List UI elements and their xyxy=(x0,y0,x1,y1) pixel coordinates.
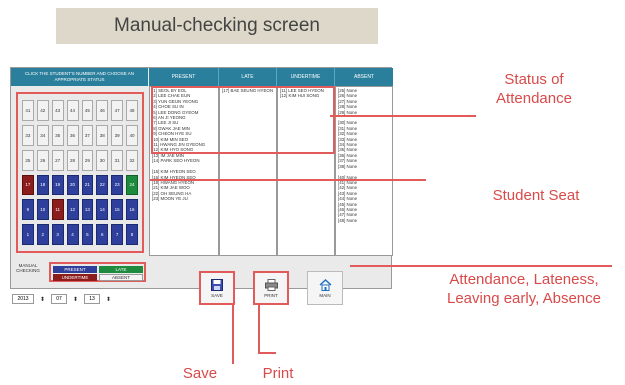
seat-button[interactable]: 20 xyxy=(66,174,79,196)
day-spinner-icon[interactable]: ⬍ xyxy=(104,294,113,304)
seat-button[interactable]: 27 xyxy=(51,149,64,171)
seat-button[interactable]: 21 xyxy=(81,174,94,196)
seat-button[interactable]: 18 xyxy=(36,174,49,196)
seat-button[interactable]: 44 xyxy=(66,100,79,121)
year-field[interactable]: 2013 xyxy=(12,294,34,304)
date-selector: 2013 ⬍ 07 ⬍ 13 ⬍ xyxy=(12,293,138,305)
seat-button[interactable]: 22 xyxy=(96,174,109,196)
seat-button[interactable]: 13 xyxy=(81,199,94,221)
floppy-disk-icon xyxy=(211,278,223,291)
seat-panel: CLICK THE STUDENT'S NUMBER AND CHOOSE AN… xyxy=(11,68,148,256)
seat-button[interactable]: 25 xyxy=(22,149,34,171)
seat-button[interactable]: 43 xyxy=(51,100,64,121)
seat-button[interactable]: 14 xyxy=(96,199,109,221)
seat-button[interactable]: 33 xyxy=(22,124,34,146)
month-spinner-icon[interactable]: ⬍ xyxy=(71,294,80,304)
header-late: LATE xyxy=(219,68,277,86)
list-item[interactable]: [48] None xyxy=(338,218,390,223)
save-annotation-label: Save xyxy=(182,365,218,382)
seat-button[interactable]: 36 xyxy=(66,124,79,146)
seat-button[interactable]: 16 xyxy=(126,199,138,221)
seat-button[interactable]: 47 xyxy=(111,100,124,121)
manual-check-legend: MANUAL CHECKING PRESENT LATE UNDERTIME A… xyxy=(11,258,148,290)
year-spinner-icon[interactable]: ⬍ xyxy=(38,294,47,304)
legend-annotation-label: Attendance, Lateness, Leaving early, Abs… xyxy=(447,271,601,307)
status-annotation-line xyxy=(330,115,476,117)
header-absent: ABSENT xyxy=(335,68,393,86)
seat-button[interactable]: 5 xyxy=(81,224,94,245)
seat-button[interactable]: 2 xyxy=(36,224,49,245)
status-highlight-box xyxy=(151,86,335,154)
seat-panel-header: CLICK THE STUDENT'S NUMBER AND CHOOSE AN… xyxy=(11,68,148,86)
header-present: PRESENT xyxy=(149,68,219,86)
legend-late-button[interactable]: LATE xyxy=(99,266,143,273)
seat-button[interactable]: 48 xyxy=(126,100,138,121)
main-label: MAIN xyxy=(319,292,331,298)
seat-button[interactable]: 45 xyxy=(81,100,94,121)
legend-present-button[interactable]: PRESENT xyxy=(53,266,97,273)
seat-button[interactable]: 46 xyxy=(96,100,109,121)
seat-button[interactable]: 37 xyxy=(81,124,94,146)
print-annotation-line-v xyxy=(258,304,260,354)
screen-title: Manual-checking screen xyxy=(114,15,320,36)
seat-button[interactable]: 10 xyxy=(36,199,49,221)
month-field[interactable]: 07 xyxy=(51,294,67,304)
seat-button[interactable]: 42 xyxy=(36,100,49,121)
print-annotation-line-h xyxy=(258,352,276,354)
seat-button[interactable]: 28 xyxy=(66,149,79,171)
seat-button[interactable]: 12 xyxy=(66,199,79,221)
legend-highlight-box: PRESENT LATE UNDERTIME ABSENT xyxy=(49,262,146,282)
print-button[interactable]: PRINT xyxy=(253,271,289,305)
seat-button[interactable]: 39 xyxy=(111,124,124,146)
seat-button[interactable]: 3 xyxy=(51,224,64,245)
manual-checking-label: MANUAL CHECKING xyxy=(16,263,40,273)
seat-button[interactable]: 35 xyxy=(51,124,64,146)
print-label: PRINT xyxy=(264,292,278,298)
seat-button[interactable]: 24 xyxy=(126,174,138,196)
action-button-bar: SAVE PRINT MAIN xyxy=(197,271,347,305)
seat-button[interactable]: 41 xyxy=(22,100,34,121)
seat-button[interactable]: 8 xyxy=(126,224,138,245)
seat-button[interactable]: 4 xyxy=(66,224,79,245)
home-icon xyxy=(319,278,331,291)
print-annotation-label: Print xyxy=(262,365,294,382)
absent-list[interactable]: [25] None [26] None [27] None [28] None [29]… xyxy=(335,86,393,256)
day-field[interactable]: 13 xyxy=(84,294,100,304)
seat-annotation-label: Student Seat xyxy=(492,187,580,204)
seat-button[interactable]: 19 xyxy=(51,174,64,196)
list-item[interactable]: [23] MOON YE JU xyxy=(152,196,216,201)
screen-title-banner: Manual-checking screen xyxy=(56,8,378,44)
seat-button[interactable]: 6 xyxy=(96,224,109,245)
status-table: PRESENT LATE UNDERTIME ABSENT [1] SEOL B… xyxy=(149,68,393,256)
save-annotation-line xyxy=(232,304,234,364)
status-annotation-label: Status of Attendance xyxy=(496,71,572,107)
seat-button[interactable]: 1 xyxy=(22,224,34,245)
seat-button[interactable]: 17 xyxy=(22,174,34,196)
seat-button[interactable]: 29 xyxy=(81,149,94,171)
seat-button[interactable]: 23 xyxy=(111,174,124,196)
save-label: SAVE xyxy=(211,292,223,298)
legend-undertime-button[interactable]: UNDERTIME xyxy=(53,274,97,281)
seat-button[interactable]: 34 xyxy=(36,124,49,146)
save-button[interactable]: SAVE xyxy=(199,271,235,305)
main-button[interactable]: MAIN xyxy=(307,271,343,305)
legend-absent-button[interactable]: ABSENT xyxy=(99,274,143,281)
seat-button[interactable]: 11 xyxy=(51,199,64,221)
seat-button[interactable]: 26 xyxy=(36,149,49,171)
seat-button[interactable]: 38 xyxy=(96,124,109,146)
seat-button[interactable]: 15 xyxy=(111,199,124,221)
seat-button[interactable]: 40 xyxy=(126,124,138,146)
seat-button[interactable]: 9 xyxy=(22,199,34,221)
printer-icon xyxy=(264,278,278,291)
legend-annotation-line xyxy=(350,265,612,267)
seat-button[interactable]: 7 xyxy=(111,224,124,245)
seat-grid: 41 42 43 44 45 46 47 48 33 34 35 36 37 38 39 40 25 26 27 28… xyxy=(16,92,144,253)
header-undertime: UNDERTIME xyxy=(277,68,335,86)
attendance-app-window: CLICK THE STUDENT'S NUMBER AND CHOOSE AN… xyxy=(10,67,393,290)
seat-annotation-line xyxy=(150,179,426,181)
seat-button[interactable]: 32 xyxy=(126,149,138,171)
seat-button[interactable]: 31 xyxy=(111,149,124,171)
seat-button[interactable]: 30 xyxy=(96,149,109,171)
